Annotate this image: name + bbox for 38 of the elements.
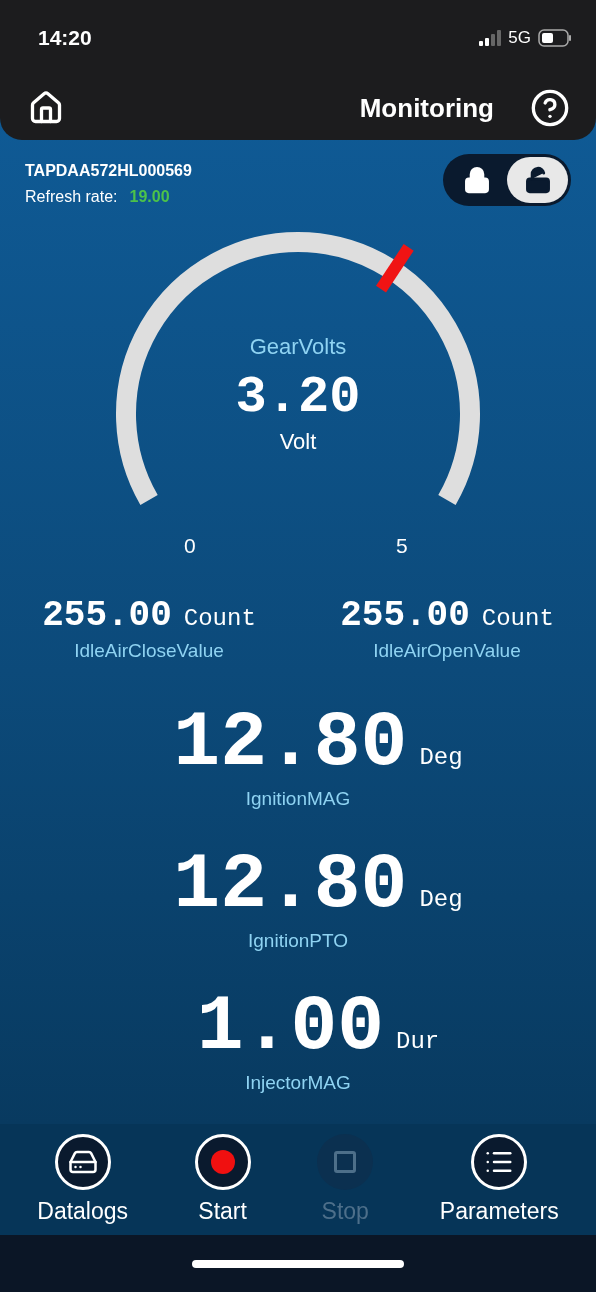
- refresh-label: Refresh rate:: [25, 188, 118, 206]
- gauge-min: 0: [184, 534, 196, 558]
- action-button[interactable]: Datalogs: [37, 1134, 129, 1225]
- reading-value: 255.00: [340, 598, 470, 634]
- reading-unit: Deg: [419, 886, 463, 913]
- reading-value: 12.80: [173, 846, 408, 924]
- reading-name: IdleAirCloseValue: [74, 640, 224, 662]
- reading-value: 1.00: [196, 988, 384, 1066]
- page-title: Monitoring: [359, 92, 494, 124]
- reading-unit: Dur: [396, 1028, 440, 1055]
- stop-icon: [334, 1151, 357, 1173]
- reading-name: IgnitionMAG: [245, 788, 351, 810]
- reading-name: IdleAirOpenValue: [373, 640, 521, 662]
- help-icon[interactable]: [530, 88, 570, 128]
- reading-value: 255.00: [42, 598, 172, 634]
- lock-icon: [462, 166, 491, 194]
- gauge-value: 3.20: [235, 368, 361, 427]
- battery-icon: [538, 29, 572, 47]
- signal-icon: [479, 30, 502, 46]
- record-icon: [210, 1150, 235, 1174]
- gauge-max: 5: [396, 534, 408, 558]
- reading-name: IgnitionPTO: [248, 930, 348, 952]
- network-label: 5G: [508, 28, 531, 48]
- reading-unit: Deg: [419, 744, 463, 771]
- refresh-value: 19.00: [129, 188, 170, 206]
- reading-value: 12.80: [173, 704, 408, 782]
- gauge-needle: [376, 244, 414, 293]
- device-id: TAPDAA572HL000569: [25, 162, 192, 180]
- lock-option[interactable]: [507, 157, 568, 203]
- status-time: 14:20: [38, 26, 92, 50]
- unlock-icon: [523, 166, 552, 194]
- gauge-unit: Volt: [279, 429, 317, 455]
- reading-unit: Count: [481, 605, 554, 632]
- home-icon[interactable]: [28, 90, 64, 126]
- reading-name: InjectorMAG: [245, 1072, 351, 1094]
- reading-unit: Count: [183, 605, 256, 632]
- action-button[interactable]: Parameters: [439, 1134, 559, 1225]
- gauge-label: GearVolts: [249, 334, 347, 360]
